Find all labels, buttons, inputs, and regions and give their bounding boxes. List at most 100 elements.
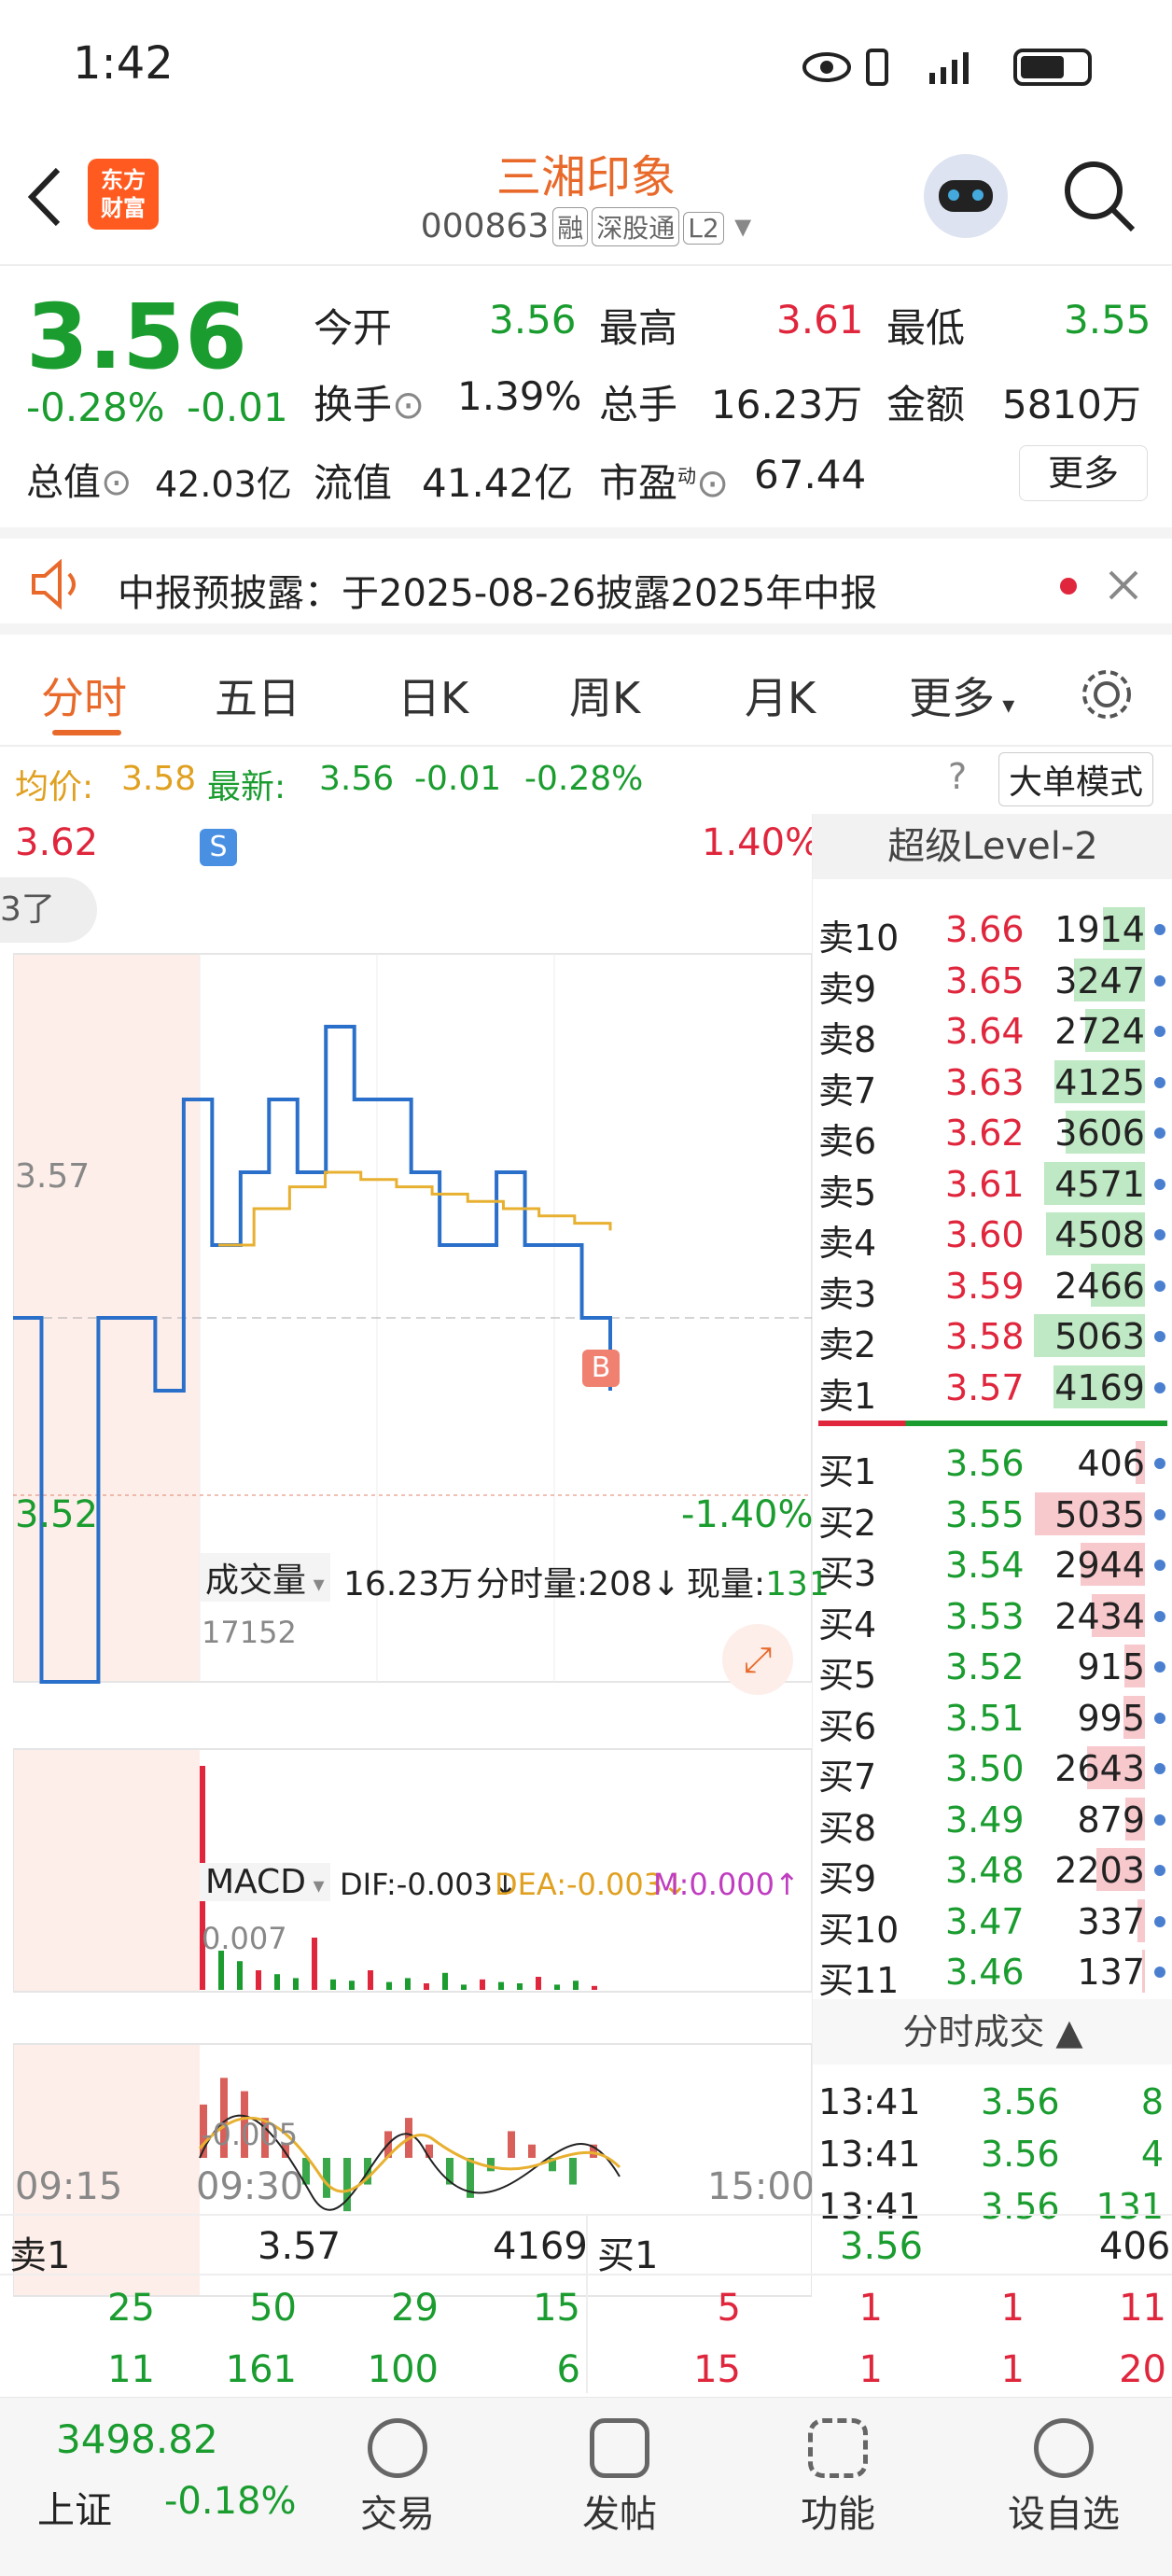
macd-dif: DIF:-0.003↓	[340, 1867, 518, 1902]
volume-bar	[592, 1985, 597, 1990]
tab-weekly-k[interactable]: 周K	[569, 665, 640, 726]
level-price: 3.57	[945, 1366, 1025, 1408]
ask-row[interactable]: 卖3 3.59 2466	[813, 1260, 1172, 1315]
queue-order: 6	[556, 2348, 580, 2391]
dot-icon	[1154, 1076, 1165, 1088]
stock-code: 000863	[420, 207, 550, 245]
index-name[interactable]: 上证	[37, 2480, 112, 2534]
ask-row[interactable]: 卖9 3.65 3247	[813, 955, 1172, 1010]
bid-row[interactable]: 买7 3.50 2643	[813, 1743, 1172, 1798]
level-volume: 4571	[1054, 1163, 1145, 1205]
volume-bar	[368, 1970, 373, 1990]
bid-row[interactable]: 买9 3.48 2203	[813, 1844, 1172, 1899]
level-label: 卖2	[818, 1324, 877, 1365]
bottom-nav: 3498.82 上证 -0.18% 交易 发帖 功能 设自选	[0, 2397, 1172, 2576]
level-label: 买11	[818, 1960, 900, 2001]
open-label: 今开	[314, 305, 393, 351]
level-volume: 4125	[1054, 1061, 1145, 1103]
trade-volume: 8	[1140, 2081, 1164, 2122]
close-icon[interactable]	[1107, 568, 1140, 602]
more-quote-button[interactable]: 更多	[1019, 445, 1148, 501]
bid-row[interactable]: 买3 3.54 2944	[813, 1539, 1172, 1594]
chat-bubble[interactable]: 3了	[0, 877, 97, 943]
chevron-down-icon[interactable]: ▾	[724, 207, 751, 245]
macd-bar	[426, 2144, 433, 2158]
index-pct[interactable]: -0.18%	[164, 2480, 297, 2523]
search-icon[interactable]	[1060, 157, 1138, 235]
sell-marker[interactable]: S	[200, 829, 237, 866]
ask-row[interactable]: 卖6 3.62 3606	[813, 1107, 1172, 1162]
status-bar: 1:42	[0, 0, 1172, 131]
nav-trade[interactable]: 交易	[323, 2398, 472, 2538]
index-value[interactable]: 3498.82	[56, 2416, 218, 2462]
bid-row[interactable]: 买6 3.51 995	[813, 1692, 1172, 1747]
tab-monthly-k[interactable]: 月K	[745, 665, 816, 726]
ask-row[interactable]: 卖2 3.58 5063	[813, 1310, 1172, 1365]
macd-bar	[487, 2158, 495, 2172]
volume-bar	[256, 1970, 261, 1990]
level-volume: 3606	[1054, 1113, 1145, 1154]
settings-gear-icon[interactable]	[1079, 666, 1135, 722]
nav-watchlist[interactable]: 设自选	[989, 2398, 1138, 2538]
volume-bar	[461, 1984, 467, 1990]
macd-selector[interactable]: MACD ▾	[200, 1863, 330, 1901]
level2-title[interactable]: 超级Level-2	[813, 814, 1172, 879]
ask-row[interactable]: 卖1 3.57 4169	[813, 1362, 1172, 1417]
ask-row[interactable]: 卖5 3.61 4571	[813, 1158, 1172, 1213]
level-volume: 5035	[1054, 1493, 1145, 1535]
level-volume: 2944	[1054, 1545, 1145, 1586]
level-price: 3.63	[945, 1061, 1025, 1103]
bid-row[interactable]: 买5 3.52 915	[813, 1641, 1172, 1696]
open-value: 3.56	[489, 297, 577, 343]
ask1-price: 3.57	[258, 2225, 342, 2268]
level-label: 买1	[818, 1451, 877, 1492]
bid-row[interactable]: 买2 3.55 5035	[813, 1489, 1172, 1544]
help-icon[interactable]: ?	[948, 756, 967, 797]
dot-icon	[1154, 1381, 1165, 1393]
volume-bar	[293, 1978, 299, 1990]
big-order-mode-button[interactable]: 大单模式	[998, 752, 1154, 806]
level-label: 卖4	[818, 1223, 877, 1264]
expand-icon[interactable]: ⤢	[722, 1624, 793, 1695]
tab-intraday[interactable]: 分时	[41, 665, 127, 726]
mktcap-value: 42.03亿	[155, 464, 292, 505]
dot-icon	[1154, 1967, 1165, 1978]
float-value: 41.42亿	[422, 460, 574, 506]
level-volume: 3247	[1054, 959, 1145, 1001]
tab-daily-k[interactable]: 日K	[398, 665, 468, 726]
assistant-avatar-icon[interactable]	[924, 154, 1008, 238]
queue-order: 5	[717, 2287, 741, 2330]
ask-row[interactable]: 卖8 3.64 2724	[813, 1005, 1172, 1060]
bid-row[interactable]: 买1 3.56 406	[813, 1437, 1172, 1492]
bid-row[interactable]: 买10 3.47 337	[813, 1896, 1172, 1951]
trade-time: 13:41	[818, 2081, 921, 2122]
avg-label: 均价:	[15, 768, 94, 806]
level-volume: 4508	[1054, 1214, 1145, 1255]
buy-marker[interactable]: B	[582, 1350, 620, 1387]
ask-row[interactable]: 卖4 3.60 4508	[813, 1209, 1172, 1264]
tab-five-day[interactable]: 五日	[215, 665, 300, 726]
bid-row[interactable]: 买11 3.46 137	[813, 1946, 1172, 2001]
bid-row[interactable]: 买8 3.49 879	[813, 1794, 1172, 1849]
ask-row[interactable]: 卖10 3.66 1914	[813, 903, 1172, 959]
grid-icon	[808, 2418, 868, 2478]
notice-bar[interactable]: 中报预披露：于2025-08-26披露2025年中报	[0, 527, 1172, 635]
level-volume: 915	[1077, 1646, 1145, 1687]
queue-order: 11	[107, 2348, 155, 2391]
dot-icon	[1154, 1915, 1165, 1927]
high-label: 最高	[599, 305, 678, 351]
nav-functions[interactable]: 功能	[763, 2398, 913, 2538]
nav-post[interactable]: 发帖	[545, 2398, 694, 2538]
level-price: 3.46	[945, 1952, 1025, 1993]
volume-label: 总手	[599, 382, 678, 427]
volume-selector[interactable]: 成交量 ▾	[200, 1553, 330, 1602]
ask1-vol: 4169	[493, 2225, 588, 2268]
low-label: 最低	[886, 305, 966, 351]
level-price: 3.48	[945, 1850, 1025, 1891]
level-volume: 406	[1077, 1443, 1145, 1484]
level-price: 3.62	[945, 1113, 1025, 1154]
tab-more[interactable]: 更多 ▾	[909, 665, 1014, 726]
bid-row[interactable]: 买4 3.53 2434	[813, 1590, 1172, 1645]
trades-title[interactable]: 分时成交 ▲	[813, 1999, 1172, 2065]
ask-row[interactable]: 卖7 3.63 4125	[813, 1057, 1172, 1112]
